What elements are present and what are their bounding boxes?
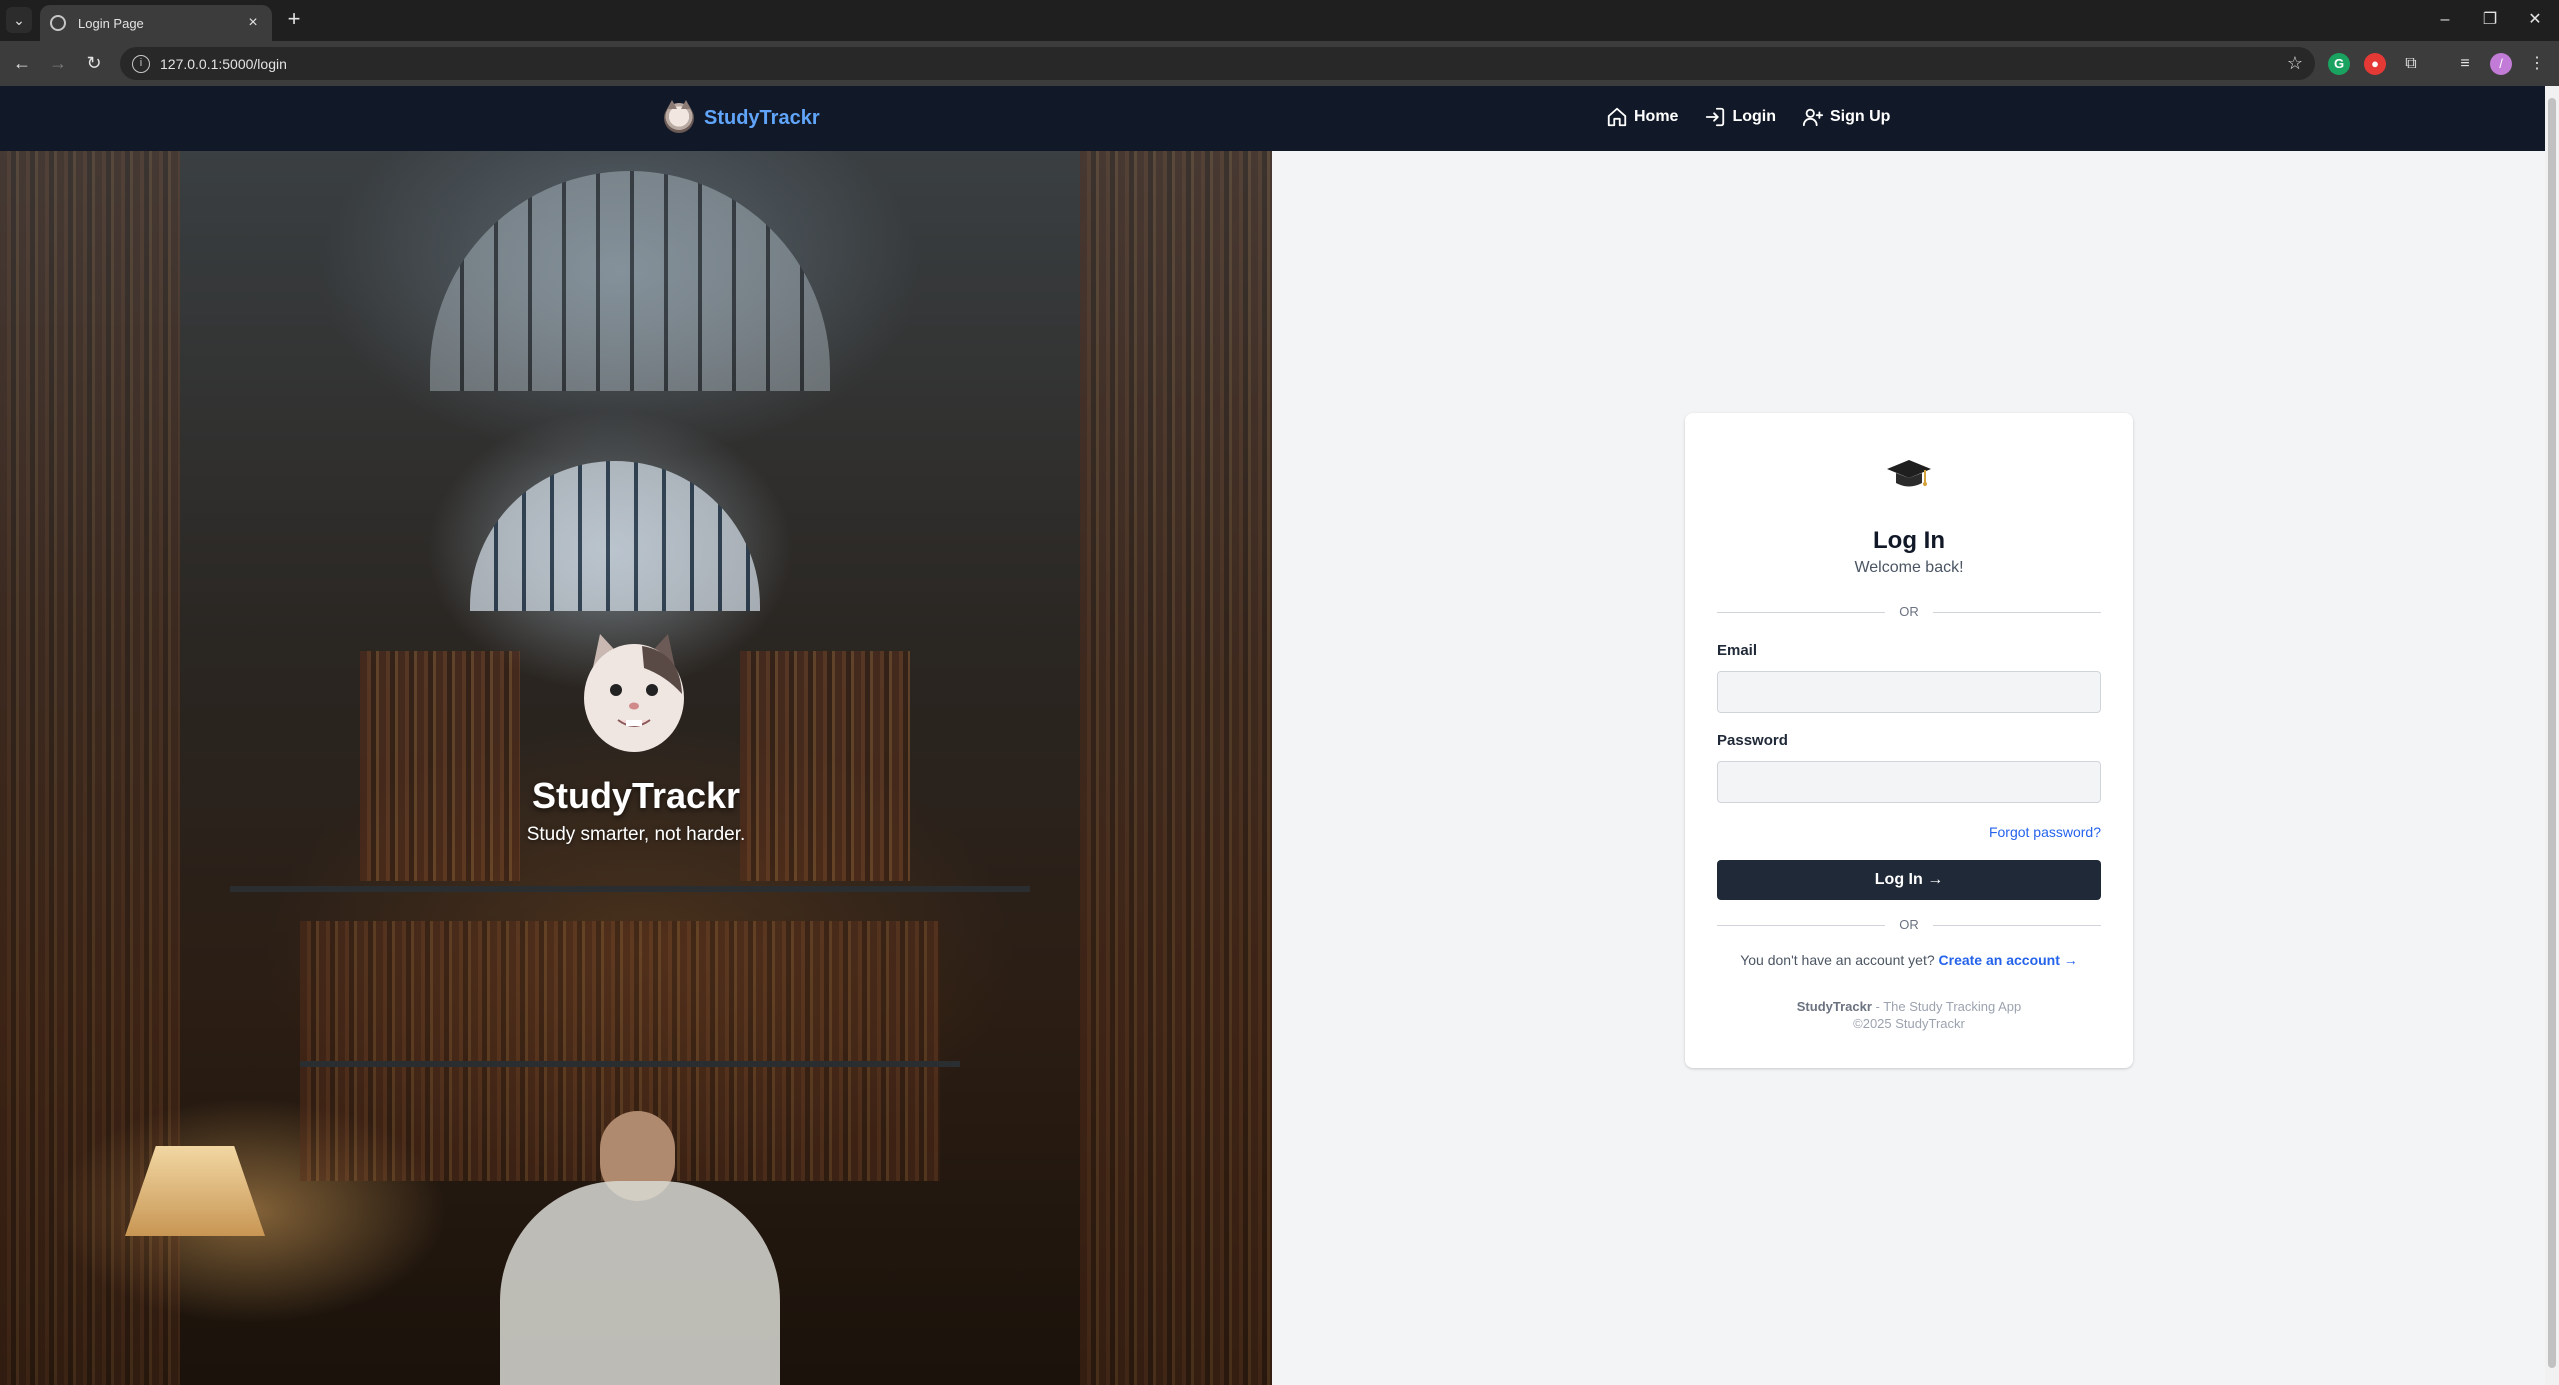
browser-tab[interactable]: Login Page × (40, 5, 272, 41)
globe-icon (50, 15, 66, 31)
app-navbar: StudyTrackr Home Login Sign Up (0, 86, 2545, 151)
nav-home-label: Home (1634, 108, 1679, 125)
graduation-cap-icon (1887, 460, 1931, 487)
media-queue-icon[interactable]: ≡ (2454, 53, 2476, 75)
card-footer-tagline: StudyTrackr - The Study Tracking App (1685, 999, 2133, 1014)
footer-brand: StudyTrackr (1796, 999, 1872, 1014)
browser-menu-icon[interactable]: ⋮ (2526, 53, 2548, 75)
new-tab-plus-icon[interactable]: + (282, 8, 306, 32)
tab-title: Login Page (78, 15, 144, 31)
right-bookshelf (1080, 151, 1272, 1385)
forgot-password-link[interactable]: Forgot password? (1989, 824, 2101, 840)
bookmark-star-icon[interactable]: ☆ (2287, 53, 2303, 74)
hero-title: StudyTrackr (531, 775, 741, 816)
home-icon (1607, 107, 1627, 127)
nav-home-link[interactable]: Home (1606, 106, 1678, 128)
minimize-icon[interactable]: – (2430, 8, 2460, 32)
center-left-bookshelf (360, 651, 520, 881)
restore-icon[interactable]: ❐ (2475, 8, 2505, 32)
nav-links: Home Login Sign Up (1606, 106, 1890, 128)
nav-signup-link[interactable]: Sign Up (1802, 106, 1890, 128)
divider-top: OR (1717, 605, 2101, 619)
lower-balcony-rail (300, 1061, 960, 1067)
nav-signup-label: Sign Up (1830, 108, 1891, 125)
tab-search-chevron-icon[interactable]: ⌄ (6, 7, 32, 33)
scrollbar-thumb[interactable] (2548, 98, 2556, 1368)
divider-bottom: OR (1717, 918, 2101, 932)
student-figure (500, 1181, 780, 1385)
back-arrow-icon[interactable]: ← (8, 49, 36, 77)
address-bar[interactable]: i ☆ (120, 47, 2315, 80)
profile-avatar-icon[interactable]: / (2490, 53, 2512, 75)
card-footer-copyright: ©2025 StudyTrackr (1853, 1016, 1965, 1031)
password-label: Password (1717, 732, 1788, 749)
library-arched-window (470, 461, 760, 611)
library-dome-skylight (430, 171, 830, 391)
nav-login-label: Login (1732, 108, 1776, 125)
email-label: Email (1717, 642, 1758, 659)
page-scrollbar[interactable] (2545, 86, 2559, 1385)
signup-prompt: You don't have an account yet? Create an… (1685, 952, 2133, 968)
balcony-rail (230, 886, 1030, 892)
create-account-link[interactable]: Create an account → (1939, 952, 2078, 968)
login-subtitle: Welcome back! (1854, 559, 1964, 576)
login-card: Log In Welcome back! OR Email Password F… (1685, 413, 2133, 1068)
center-right-bookshelf (740, 651, 910, 881)
brand-name: StudyTrackr (704, 106, 820, 129)
reload-icon[interactable]: ↻ (80, 49, 108, 77)
url-input[interactable] (160, 55, 760, 72)
cat-mascot-icon (584, 634, 684, 752)
no-account-text: You don't have an account yet? (1740, 952, 1935, 968)
hero-subtitle: Study smarter, not harder. (526, 824, 746, 845)
hero-library-background: StudyTrackr Study smarter, not harder. (0, 151, 1272, 1385)
email-field[interactable] (1717, 671, 2101, 713)
login-submit-button[interactable]: Log In → (1717, 860, 2101, 900)
site-info-icon[interactable]: i (132, 54, 150, 73)
footer-tagline: - The Study Tracking App (1871, 999, 2022, 1014)
brand-link[interactable]: StudyTrackr (664, 100, 820, 133)
tab-close-icon[interactable]: × (244, 14, 262, 32)
extensions-puzzle-icon[interactable]: ⧉ (2400, 53, 2422, 75)
browser-toolbar: ← → ↻ i ☆ G ● ⧉ ≡ / ⋮ (0, 41, 2559, 86)
login-icon (1706, 107, 1725, 127)
forward-arrow-icon[interactable]: → (44, 49, 72, 77)
cat-logo-icon (664, 100, 694, 133)
password-field[interactable] (1717, 761, 2101, 803)
grammarly-extension-icon[interactable]: G (2328, 53, 2350, 75)
window-close-icon[interactable]: ✕ (2520, 8, 2550, 32)
browser-tabstrip: ⌄ Login Page × + – ❐ ✕ (0, 0, 2559, 41)
record-extension-icon[interactable]: ● (2364, 53, 2386, 75)
nav-login-link[interactable]: Login (1704, 106, 1776, 128)
user-plus-icon (1802, 108, 1824, 127)
login-title: Log In (1873, 527, 1945, 554)
